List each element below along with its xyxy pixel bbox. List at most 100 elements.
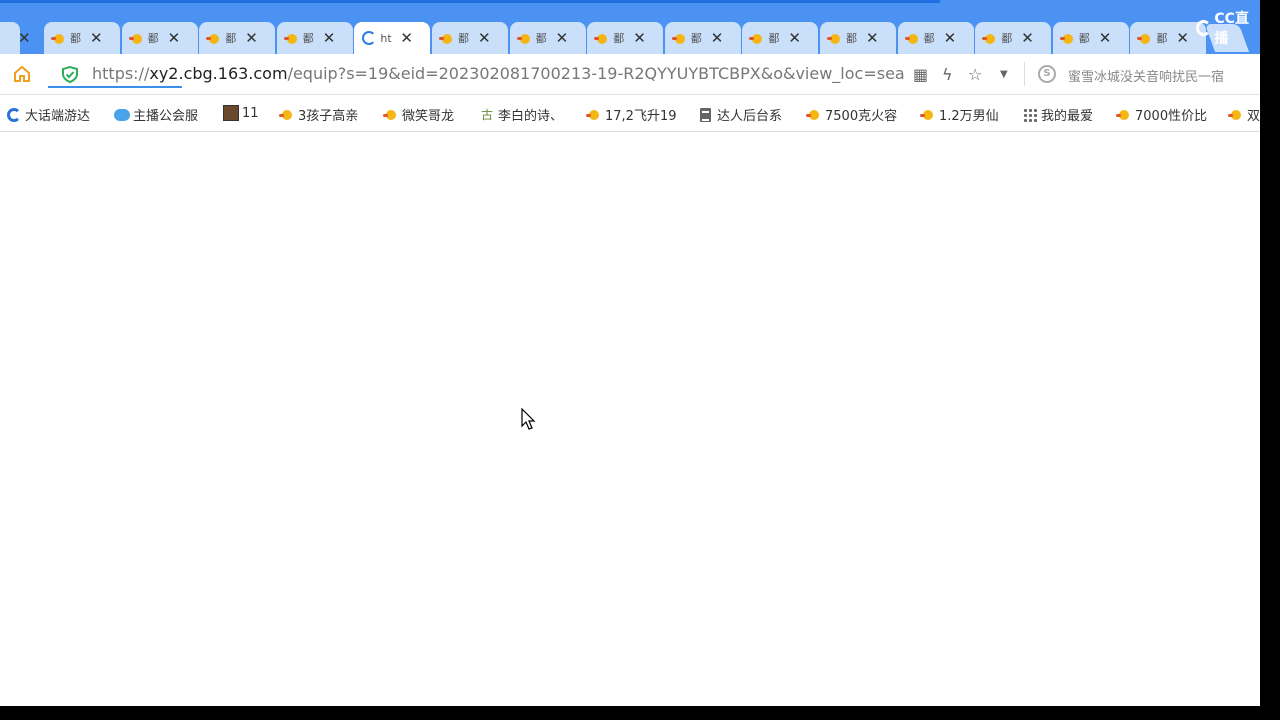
tab-favicon-icon bbox=[516, 31, 532, 45]
loading-spinner-icon bbox=[362, 31, 377, 45]
close-tab-icon[interactable]: ✕ bbox=[400, 30, 413, 46]
bookmark-item[interactable]: 大话端游达 bbox=[6, 105, 90, 124]
tab[interactable]: 鄱 ✕ bbox=[742, 22, 819, 54]
tab-partial[interactable]: 鄱 ✕ bbox=[0, 22, 31, 54]
secure-shield-icon[interactable] bbox=[62, 66, 78, 83]
tab[interactable]: 鄱 ✕ bbox=[1130, 22, 1207, 54]
tab[interactable]: 鄱 ✕ bbox=[199, 22, 276, 54]
tab-favicon-icon bbox=[982, 31, 997, 45]
bookmark-item[interactable]: 1.2万男仙 bbox=[920, 105, 999, 124]
close-tab-icon[interactable]: ✕ bbox=[245, 30, 258, 46]
tab-favicon-icon bbox=[1137, 31, 1152, 45]
close-tab-icon[interactable]: ✕ bbox=[633, 30, 646, 46]
close-tab-icon[interactable]: ✕ bbox=[18, 30, 31, 46]
circle-blue-icon bbox=[6, 107, 22, 123]
tab-title: 鄱 bbox=[535, 32, 547, 45]
chevron-down-icon[interactable]: ▼ bbox=[1000, 69, 1008, 80]
close-tab-icon[interactable]: ✕ bbox=[944, 30, 957, 46]
brand-text: CC直播 bbox=[1214, 11, 1249, 47]
tab-title: 鄱 bbox=[225, 32, 237, 45]
grid-icon bbox=[1022, 106, 1038, 123]
tab[interactable]: 鄱 ✕ bbox=[44, 22, 120, 54]
tab-title: 鄱 bbox=[302, 32, 314, 45]
cc-live-logo: CC直播 bbox=[1196, 8, 1260, 48]
tab[interactable]: 鄱 ✕ bbox=[276, 22, 353, 54]
bookmark-item[interactable]: 微笑哥龙 bbox=[383, 105, 454, 124]
search-engine-icon[interactable]: S bbox=[1038, 65, 1056, 83]
tab-favicon-icon bbox=[128, 31, 144, 45]
close-tab-icon[interactable]: ✕ bbox=[168, 30, 181, 46]
close-tab-icon[interactable]: ✕ bbox=[1176, 30, 1189, 46]
tab-favicon-icon bbox=[904, 31, 920, 45]
tab[interactable]: 鄱 ✕ bbox=[975, 22, 1052, 54]
close-tab-icon[interactable]: ✕ bbox=[1099, 30, 1112, 46]
lightning-icon[interactable]: ϟ bbox=[942, 65, 953, 84]
bookmark-label: 主播公会服 bbox=[133, 109, 199, 124]
tab-favicon-icon bbox=[594, 31, 609, 45]
tab[interactable]: 鄱 ✕ bbox=[587, 22, 664, 54]
tab[interactable]: 鄱 ✕ bbox=[664, 22, 741, 54]
tab-title: ht bbox=[380, 31, 392, 45]
tab-title: 鄱 bbox=[147, 32, 159, 45]
fish-icon bbox=[1116, 107, 1132, 123]
fish-icon bbox=[383, 107, 399, 123]
close-tab-icon[interactable]: ✕ bbox=[478, 30, 491, 46]
close-tab-icon[interactable]: ✕ bbox=[323, 30, 336, 46]
tab[interactable]: 鄱 ✕ bbox=[121, 22, 198, 54]
gu-icon: 古 bbox=[480, 107, 493, 122]
fish-icon bbox=[1228, 107, 1244, 123]
tab-title: 鄱 bbox=[1078, 32, 1090, 45]
bookmark-label: 李白的诗、 bbox=[498, 109, 564, 124]
fish-icon bbox=[279, 107, 295, 123]
bookmark-label: 7000性价比 bbox=[1135, 109, 1208, 124]
close-tab-icon[interactable]: ✕ bbox=[90, 30, 103, 46]
tab[interactable]: 鄱 ✕ bbox=[897, 22, 974, 54]
tab[interactable]: 鄱 ✕ bbox=[1052, 22, 1129, 54]
bookmark-item[interactable]: 我的最爱 bbox=[1022, 105, 1093, 124]
bookmark-label: 双 bbox=[1247, 109, 1260, 124]
close-tab-icon[interactable]: ✕ bbox=[866, 30, 879, 46]
divider bbox=[1024, 62, 1025, 86]
tab[interactable]: 鄱 ✕ bbox=[820, 22, 896, 54]
tab-title: 鄱 bbox=[458, 32, 469, 45]
tab-favicon-icon bbox=[749, 31, 764, 45]
bookmark-item[interactable]: 3孩子高亲 bbox=[279, 105, 358, 124]
close-tab-icon[interactable]: ✕ bbox=[788, 30, 801, 46]
tab[interactable]: 鄱 ✕ bbox=[432, 22, 508, 54]
tab-title: 鄱 bbox=[846, 32, 857, 45]
bookmark-label: 1.2万男仙 bbox=[939, 109, 999, 124]
bookmark-item[interactable]: 主播公会服 bbox=[114, 105, 198, 124]
close-tab-icon[interactable]: ✕ bbox=[556, 30, 569, 46]
bookmark-item[interactable]: 11 bbox=[223, 105, 259, 121]
tab-title: 鄱 bbox=[613, 32, 625, 45]
url-path: /equip?s=19&eid=202302081700213-19-R2QYY… bbox=[287, 64, 904, 83]
tab-favicon-icon bbox=[1059, 31, 1075, 45]
bookmark-item[interactable]: 古李白的诗、 bbox=[479, 105, 564, 125]
bookmark-label: 微笑哥龙 bbox=[402, 109, 455, 124]
home-icon[interactable] bbox=[12, 64, 32, 84]
bookmark-item[interactable]: 双 bbox=[1228, 105, 1260, 124]
tab[interactable]: 鄱 ✕ bbox=[509, 22, 586, 54]
bookmark-label: 3孩子高亲 bbox=[298, 109, 359, 124]
bookmark-item[interactable]: 7500克火容 bbox=[806, 105, 897, 124]
browser-window: 鄱 ✕ 鄱✕鄱✕鄱✕鄱✕ht✕鄱✕鄱✕鄱✕鄱✕鄱✕鄱✕鄱✕鄱✕鄱✕鄱✕ CC直播… bbox=[0, 0, 1260, 706]
bookmark-item[interactable]: 17,2飞升19 bbox=[586, 105, 677, 124]
tab-title: 鄱 bbox=[70, 32, 81, 45]
bookmarks-bar: 大话端游达 主播公会服 11 3孩子高亲 微笑哥龙 古李白的诗、 17,2飞升19 达人后台系… bbox=[0, 95, 1260, 132]
search-box[interactable]: 蜜雪冰城没关音响扰民一宿 bbox=[1068, 66, 1224, 85]
page-load-progress bbox=[0, 0, 940, 3]
close-tab-icon[interactable]: ✕ bbox=[1021, 30, 1034, 46]
tab-strip: 鄱 ✕ 鄱✕鄱✕鄱✕鄱✕ht✕鄱✕鄱✕鄱✕鄱✕鄱✕鄱✕鄱✕鄱✕鄱✕鄱✕ CC直播 bbox=[0, 0, 1260, 54]
cloud-icon bbox=[114, 107, 130, 123]
url-input[interactable]: https://xy2.cbg.163.com/equip?s=19&eid=2… bbox=[92, 64, 904, 83]
bookmark-item[interactable]: 达人后台系 bbox=[698, 105, 782, 124]
qr-code-icon[interactable]: ▦ bbox=[913, 65, 928, 84]
tab-active[interactable]: ht ✕ bbox=[354, 22, 431, 54]
bookmark-item[interactable]: 7000性价比 bbox=[1116, 105, 1207, 124]
url-focus-underline bbox=[48, 86, 182, 88]
bookmark-label: 17,2飞升19 bbox=[605, 109, 677, 124]
url-scheme: https:// bbox=[92, 64, 150, 83]
close-tab-icon[interactable]: ✕ bbox=[711, 30, 724, 46]
bookmark-star-icon[interactable]: ☆ bbox=[968, 65, 982, 84]
bookmark-label: 大话端游达 bbox=[25, 109, 91, 124]
